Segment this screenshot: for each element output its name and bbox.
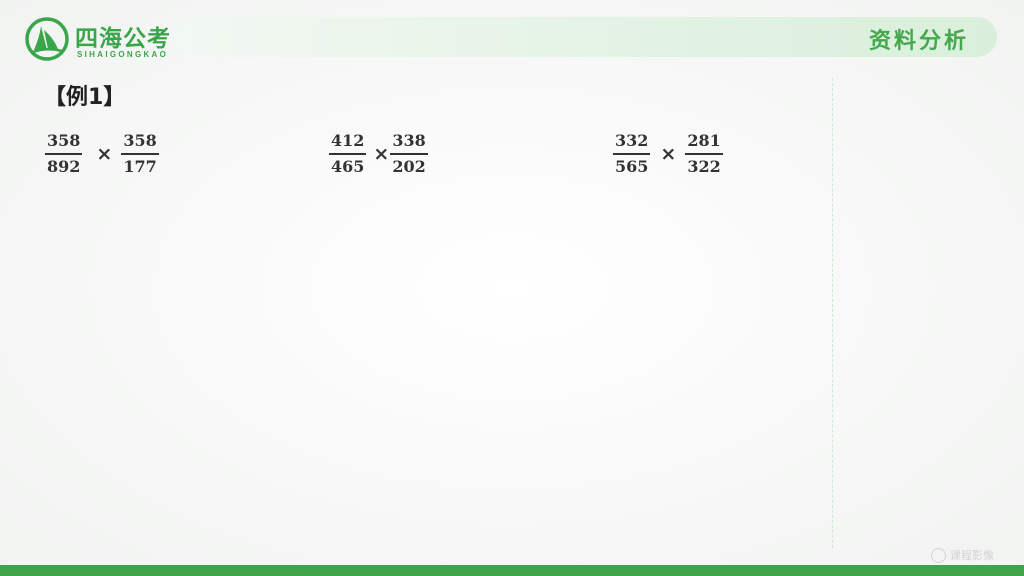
expression-3: 332 565 × 281 322 bbox=[613, 131, 723, 177]
fraction: 358 892 bbox=[45, 131, 83, 177]
brand-logo: 四海公考 SIHAIGONGKAO bbox=[25, 14, 175, 62]
fraction-bar bbox=[121, 153, 159, 155]
denominator: 202 bbox=[392, 156, 426, 176]
fraction-bar bbox=[329, 153, 367, 155]
denominator: 465 bbox=[331, 156, 365, 176]
watermark: 课程影像 bbox=[931, 547, 994, 563]
denominator: 177 bbox=[123, 156, 157, 176]
fraction: 332 565 bbox=[613, 131, 651, 177]
times-sign: × bbox=[373, 142, 390, 165]
fraction: 281 322 bbox=[685, 131, 723, 177]
sailboat-logo-icon bbox=[25, 17, 69, 61]
watermark-icon bbox=[931, 547, 946, 563]
vertical-divider bbox=[832, 78, 833, 548]
fraction-bar bbox=[685, 153, 723, 155]
fraction: 338 202 bbox=[390, 131, 428, 177]
times-sign: × bbox=[660, 142, 677, 165]
watermark-text: 课程影像 bbox=[950, 549, 994, 562]
logo-text: 四海公考 bbox=[75, 26, 171, 52]
denominator: 892 bbox=[47, 156, 81, 176]
bottom-bar bbox=[0, 565, 1024, 576]
fraction: 412 465 bbox=[329, 131, 367, 177]
numerator: 412 bbox=[331, 131, 365, 150]
numerator: 358 bbox=[123, 131, 157, 150]
fraction: 358 177 bbox=[121, 131, 159, 177]
times-sign: × bbox=[96, 142, 113, 165]
numerator: 281 bbox=[687, 131, 721, 150]
denominator: 322 bbox=[687, 156, 721, 176]
fraction-bar bbox=[45, 153, 83, 155]
section-title: 资料分析 bbox=[868, 29, 969, 54]
expression-2: 412 465 × 338 202 bbox=[329, 131, 428, 177]
logo-subtext: SIHAIGONGKAO bbox=[77, 50, 169, 59]
fraction-bar bbox=[390, 153, 428, 155]
expression-1: 358 892 × 358 177 bbox=[45, 131, 159, 177]
numerator: 358 bbox=[47, 131, 81, 150]
numerator: 338 bbox=[392, 131, 426, 150]
fraction-bar bbox=[613, 153, 651, 155]
example-label: 【例1】 bbox=[44, 85, 126, 110]
numerator: 332 bbox=[615, 131, 649, 150]
denominator: 565 bbox=[615, 156, 649, 176]
header-bar: 资料分析 bbox=[175, 17, 997, 57]
